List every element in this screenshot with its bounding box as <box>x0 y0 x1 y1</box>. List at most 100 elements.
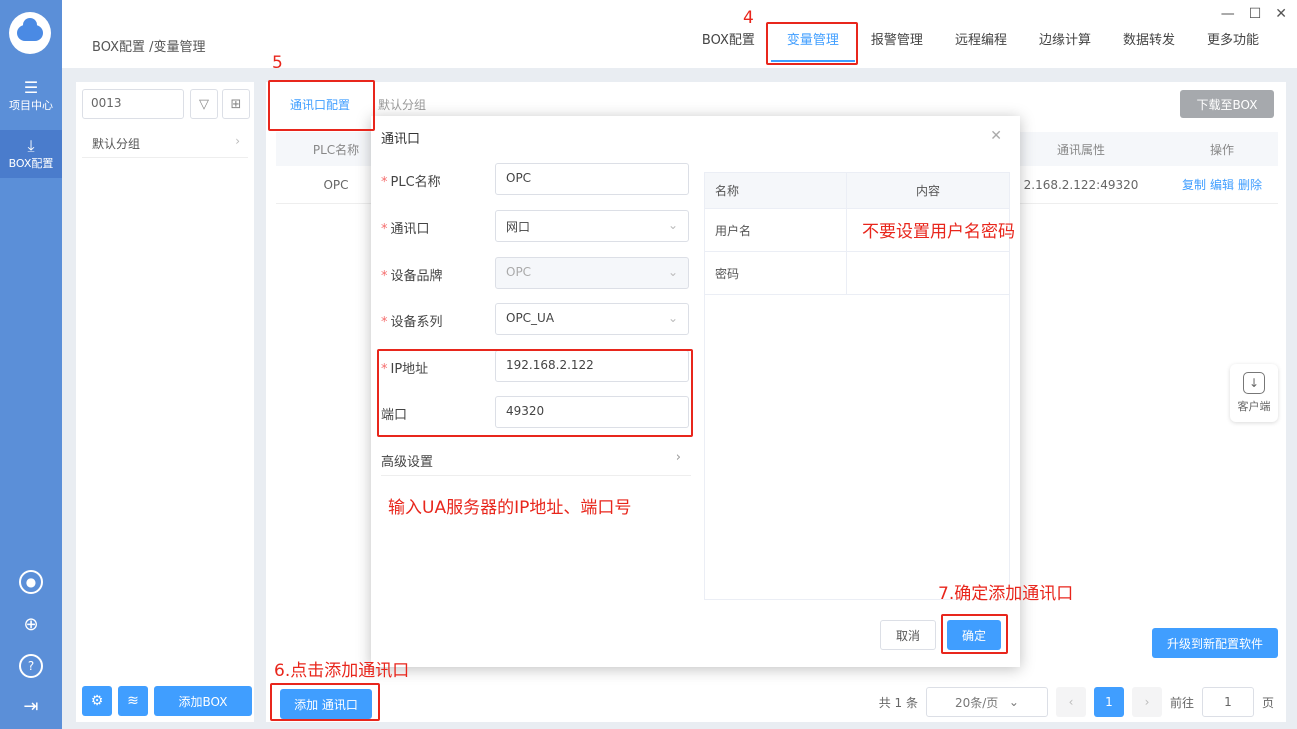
chevron-down-icon: ⌄ <box>667 265 678 279</box>
window-controls: — ☐ ✕ <box>1221 6 1287 22</box>
goto-page-input[interactable]: 1 <box>1201 687 1254 717</box>
edit-link[interactable]: 编辑 <box>1210 176 1234 193</box>
column-content: 内容 <box>915 184 940 198</box>
column-name: 名称 <box>705 173 847 208</box>
pagination: 共 1 条 20条/页 ⌄ ‹ 1 › 前往 1 页 <box>879 687 1274 717</box>
tab-edge-computing[interactable]: 边缘计算 <box>1023 34 1107 64</box>
field-label: * 通讯口 <box>381 222 430 237</box>
annotation-step-6: 6.点击添加通讯口 <box>274 661 410 681</box>
tab-default-group[interactable]: 默认分组 <box>364 96 440 113</box>
column-actions: 操作 <box>1209 142 1234 157</box>
row-comm-attr: 2.168.2.122:49320 <box>1023 177 1139 192</box>
advanced-settings-toggle[interactable]: 高级设置 › <box>381 444 691 476</box>
minimize-icon[interactable]: — <box>1221 6 1235 22</box>
add-folder-icon[interactable]: ⊞ <box>222 89 250 119</box>
field-label: * 设备品牌 <box>381 269 443 284</box>
maximize-icon[interactable]: ☐ <box>1249 6 1262 22</box>
row-label-username: 用户名 <box>705 209 847 251</box>
column-comm-attr: 通讯属性 <box>1056 142 1105 157</box>
gear-icon: ⚙ <box>90 693 104 709</box>
rail-item-label: BOX配置 <box>8 157 54 170</box>
group-label: 默认分组 <box>92 137 141 151</box>
annotation-step-5: 5 <box>272 53 283 73</box>
rail-item-box-config[interactable]: ⤓ BOX配置 <box>0 130 62 178</box>
chevron-right-icon: › <box>235 134 240 148</box>
next-page-button[interactable]: › <box>1131 687 1162 717</box>
chevron-down-icon: ⌄ <box>667 218 678 232</box>
tab-alarm-management[interactable]: 报警管理 <box>855 34 939 64</box>
table-row: 密码 <box>705 252 1009 295</box>
page-button-current[interactable]: 1 <box>1093 687 1124 717</box>
field-label: * PLC名称 <box>381 175 441 190</box>
left-panel-actions: ⚙ ≋ 添加BOX <box>82 686 252 716</box>
row-label-password: 密码 <box>705 252 847 294</box>
plc-name-input[interactable]: OPC <box>495 163 689 195</box>
filter-icon[interactable]: ▽ <box>190 89 218 119</box>
annotation-step-4: 4 <box>743 8 754 28</box>
brand-select: OPC ⌄ <box>495 257 689 289</box>
cancel-button[interactable]: 取消 <box>880 620 936 650</box>
tab-data-forwarding[interactable]: 数据转发 <box>1107 34 1191 64</box>
settings-button[interactable]: ⚙ <box>82 686 112 716</box>
annotation-box-ip-port <box>377 349 693 437</box>
field-series: * 设备系列 OPC_UA ⌄ <box>381 303 691 337</box>
chevron-right-icon: › <box>675 450 681 465</box>
app-logo <box>9 12 51 54</box>
help-icon[interactable]: ? <box>19 654 43 678</box>
grid-icon: ☰ <box>23 78 39 97</box>
group-item-default[interactable]: 默认分组 › <box>82 128 248 158</box>
annotation-box-variable-tab <box>766 22 858 65</box>
page-size-select[interactable]: 20条/页 ⌄ <box>925 687 1048 717</box>
tab-remote-programming[interactable]: 远程编程 <box>939 34 1023 64</box>
field-brand: * 设备品牌 OPC ⌄ <box>381 257 691 291</box>
client-label: 客户端 <box>1237 400 1271 413</box>
wifi-off-icon: ≋ <box>127 693 139 709</box>
annotation-box-confirm <box>941 614 1008 654</box>
add-box-button[interactable]: 添加BOX <box>154 686 252 716</box>
annotation-password-note: 不要设置用户名密码 <box>862 222 1015 242</box>
download-icon: ⤓ <box>27 136 35 155</box>
chevron-down-icon: ⌄ <box>1008 695 1019 709</box>
annotation-box-comm-tab <box>268 80 375 131</box>
annotation-ip-note: 输入UA服务器的IP地址、端口号 <box>388 498 632 518</box>
logout-icon[interactable]: ⇥ <box>19 694 43 718</box>
left-rail: ☰ 项目中心 ⤓ BOX配置 ● ⊕ ? ⇥ <box>0 0 62 729</box>
row-actions: 复制 编辑 删除 <box>1166 166 1278 203</box>
header: BOX配置 /变量管理 BOX配置 变量管理 报警管理 远程编程 边缘计算 数据… <box>62 0 1297 68</box>
box-list-panel: 0013 ▽ ⊞ 默认分组 › ⚙ ≋ 添加BOX <box>76 82 254 722</box>
password-value-cell[interactable] <box>847 252 1009 294</box>
delete-link[interactable]: 删除 <box>1238 176 1262 193</box>
tab-more-features[interactable]: 更多功能 <box>1191 34 1275 64</box>
annotation-box-add-port <box>270 683 380 721</box>
goto-label: 前往 <box>1169 695 1194 710</box>
copy-link[interactable]: 复制 <box>1182 176 1206 193</box>
client-button[interactable]: ↓ 客户端 <box>1230 364 1278 422</box>
tab-box-config[interactable]: BOX配置 <box>686 34 771 64</box>
port-type-select[interactable]: 网口 ⌄ <box>495 210 689 242</box>
credentials-table-header: 名称 内容 <box>705 173 1009 209</box>
field-port-type: * 通讯口 网口 ⌄ <box>381 210 691 244</box>
chevron-down-icon: ⌄ <box>667 311 678 325</box>
field-plc-name: * PLC名称 OPC <box>381 163 691 197</box>
rail-item-label: 项目中心 <box>9 99 53 112</box>
cloud-icon <box>17 18 43 41</box>
globe-icon[interactable]: ⊕ <box>19 612 43 636</box>
download-to-box-button[interactable]: 下载至BOX <box>1180 90 1274 118</box>
dialog-title: 通讯口 <box>381 132 421 147</box>
field-label: * 设备系列 <box>381 315 443 330</box>
annotation-step-7: 7.确定添加通讯口 <box>938 584 1074 604</box>
series-select[interactable]: OPC_UA ⌄ <box>495 303 689 335</box>
close-icon[interactable]: ✕ <box>1275 6 1287 22</box>
total-count: 共 1 条 <box>878 695 918 710</box>
download-box-icon: ↓ <box>1243 372 1265 394</box>
wifi-off-button[interactable]: ≋ <box>118 686 148 716</box>
breadcrumb: BOX配置 /变量管理 <box>92 40 206 55</box>
user-icon[interactable]: ● <box>19 570 43 594</box>
prev-page-button[interactable]: ‹ <box>1055 687 1086 717</box>
page-suffix: 页 <box>1261 695 1274 710</box>
page-size-value: 20条/页 <box>954 695 999 710</box>
rail-item-project-center[interactable]: ☰ 项目中心 <box>0 72 62 120</box>
close-icon[interactable]: ✕ <box>990 128 1002 144</box>
upgrade-config-button[interactable]: 升级到新配置软件 <box>1152 628 1278 658</box>
box-search-input[interactable]: 0013 <box>82 89 184 119</box>
